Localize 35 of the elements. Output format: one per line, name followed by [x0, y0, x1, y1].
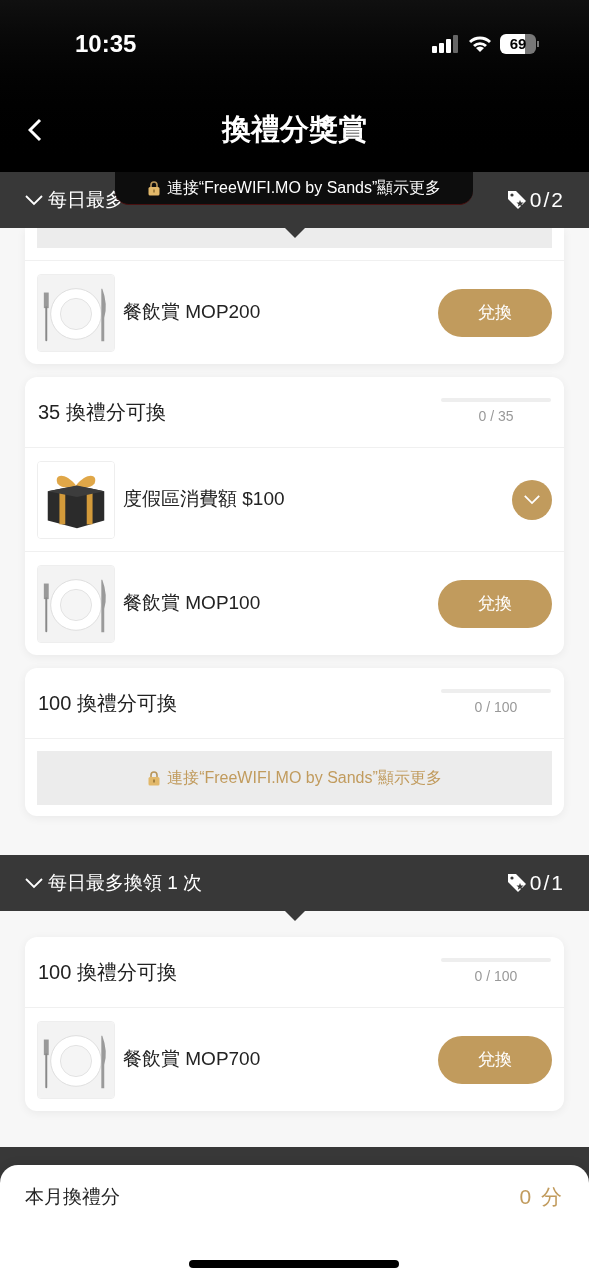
- reward-name: 餐飲賞 MOP200: [123, 300, 262, 325]
- expand-button[interactable]: [512, 479, 552, 520]
- group-title: 100 換禮分可換: [38, 691, 177, 716]
- section-count: 0/2: [529, 187, 565, 214]
- locked-notice[interactable]: 連接“FreeWIFI.MO by Sands”顯示更多: [37, 750, 552, 805]
- section-label: 每日最多換領 1 次: [48, 870, 203, 895]
- ticket-icon: [506, 190, 527, 210]
- points-value: 0 分: [519, 1184, 564, 1210]
- status-time: 10:35: [75, 29, 137, 59]
- ticket-icon: [506, 873, 527, 893]
- chevron-icon: [523, 494, 541, 505]
- group-title: 100 換禮分可換: [38, 960, 177, 985]
- back-icon: [28, 118, 42, 142]
- wifi-icon: [468, 35, 492, 53]
- progress-reading: 0 / 100: [474, 697, 518, 717]
- page-title: 換禮分獎賞: [222, 112, 367, 148]
- lock-icon: [147, 769, 162, 786]
- progress-reading: 0 / 100: [474, 966, 518, 986]
- section-count: 0/1: [529, 870, 565, 897]
- pointer-notch: [284, 911, 305, 921]
- redeem-button[interactable]: 兌換: [438, 288, 552, 337]
- signal-icon: [432, 35, 460, 53]
- lock-icon: [146, 179, 161, 197]
- reward-name: 餐飲賞 MOP700: [123, 1047, 262, 1072]
- section-header[interactable]: 每日最多換領 1 次 0/1: [0, 855, 589, 911]
- reward-name: 度假區消費額 $100: [123, 487, 286, 512]
- progress-reading: 0 / 35: [478, 406, 514, 426]
- reward-name: 餐飲賞 MOP100: [123, 591, 262, 616]
- toast-text: 連接“FreeWIFI.MO by Sands”顯示更多: [166, 178, 442, 198]
- redeem-button[interactable]: 兌換: [438, 579, 552, 628]
- locked-notice-text: 連接“FreeWIFI.MO by Sands”顯示更多: [167, 767, 442, 788]
- battery-icon: 69: [500, 34, 539, 54]
- points-label: 本月換禮分: [25, 1184, 120, 1209]
- group-title: 35 換禮分可換: [38, 400, 166, 425]
- redeem-button[interactable]: 兌換: [438, 1035, 552, 1084]
